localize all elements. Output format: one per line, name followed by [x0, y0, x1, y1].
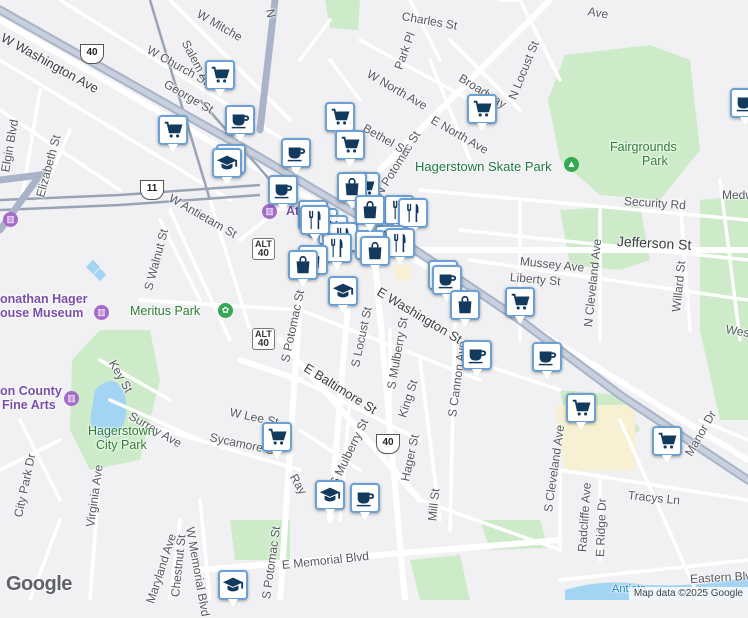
- place-label-fairgrounds-park-line1: Fairgrounds: [610, 140, 677, 154]
- shopping-cart-icon: [209, 64, 231, 86]
- coffee-cup-icon: [466, 344, 488, 366]
- map-marker-grocery[interactable]: [158, 115, 188, 152]
- map-marker-school[interactable]: [212, 148, 242, 185]
- coffee-cup-icon: [229, 109, 251, 131]
- alt-shield-number: 40: [257, 248, 269, 259]
- street-label-jefferson-st: Jefferson St: [616, 233, 692, 253]
- open-lot: [395, 265, 410, 280]
- shopping-cart-icon: [266, 426, 288, 448]
- fork-knife-icon: [402, 202, 424, 224]
- tree-icon[interactable]: ▲: [564, 157, 579, 172]
- map-marker-shopping[interactable]: [288, 250, 318, 287]
- fork-knife-icon: [304, 209, 326, 231]
- shopping-cart-icon: [339, 134, 361, 156]
- street-label-eastern-blvd: Eastern Blvd: [689, 568, 748, 586]
- map-marker-grocery[interactable]: [205, 60, 235, 97]
- shopping-cart-icon: [656, 430, 678, 452]
- coffee-cup-icon: [354, 487, 376, 509]
- map-marker-cafe[interactable]: [462, 340, 492, 377]
- fork-knife-icon: [326, 237, 348, 259]
- alt-route-shield: ALT 40: [252, 328, 275, 350]
- map-attribution[interactable]: Map data ©2025 Google: [628, 587, 748, 600]
- coffee-cup-icon: [285, 142, 307, 164]
- map-marker-grocery[interactable]: [652, 426, 682, 463]
- graduation-cap-icon: [216, 152, 238, 174]
- shopping-cart-icon: [329, 106, 351, 128]
- map-marker-cafe[interactable]: [268, 175, 298, 212]
- us-route-shield: 40: [80, 44, 104, 64]
- map-marker-grocery[interactable]: [262, 422, 292, 459]
- map-marker-grocery[interactable]: [335, 130, 365, 167]
- map-marker-shopping[interactable]: [450, 290, 480, 327]
- map-marker-grocery[interactable]: [467, 94, 497, 131]
- map-marker-restaurant[interactable]: [300, 205, 330, 242]
- map-marker-restaurant[interactable]: [398, 198, 428, 235]
- coffee-cup-icon: [436, 269, 458, 291]
- place-label-hagerstown-city-park-line2: City Park: [96, 438, 147, 452]
- coffee-cup-icon: [536, 346, 558, 368]
- place-label-jonathan-hager-line2: ouse Museum: [0, 306, 84, 320]
- map-marker-school[interactable]: [315, 480, 345, 517]
- place-label-jonathan-hager-line1: onathan Hager: [0, 292, 88, 306]
- fork-knife-icon: [389, 232, 411, 254]
- shopping-cart-icon: [162, 119, 184, 141]
- map-marker-shopping[interactable]: [360, 236, 390, 273]
- place-label-county-arts-line2: Fine Arts: [2, 398, 56, 412]
- shopping-cart-icon: [471, 98, 493, 120]
- place-label-fairgrounds-park-line2: Park: [642, 154, 668, 168]
- place-label-meritus-park: Meritus Park: [130, 304, 201, 318]
- place-label-hagerstown-city-park-line1: Hagerstown: [88, 424, 155, 438]
- shopping-bag-icon: [454, 294, 476, 316]
- map-marker-cafe[interactable]: [350, 483, 380, 520]
- place-label-county-arts-line1: on County: [0, 384, 62, 398]
- map-marker-cafe[interactable]: [532, 342, 562, 379]
- shopping-cart-icon: [570, 397, 592, 419]
- map-marker-grocery[interactable]: [505, 287, 535, 324]
- map-marker-school[interactable]: [328, 276, 358, 313]
- shopping-bag-icon: [292, 254, 314, 276]
- google-logo: Google: [6, 573, 72, 595]
- shopping-cart-icon: [509, 291, 531, 313]
- shopping-bag-icon: [359, 199, 381, 221]
- graduation-cap-icon: [332, 280, 354, 302]
- coffee-cup-icon: [734, 92, 748, 114]
- us-route-shield: 11: [140, 180, 164, 200]
- map-marker-shopping[interactable]: [355, 195, 385, 232]
- museum-icon[interactable]: ▥: [94, 305, 109, 320]
- map-marker-grocery[interactable]: [325, 102, 355, 139]
- street-label-medway: Medw: [722, 188, 748, 202]
- alt-shield-number: 40: [257, 338, 269, 349]
- shopping-bag-icon: [364, 240, 386, 262]
- museum-icon[interactable]: ▥: [262, 204, 277, 219]
- museum-icon[interactable]: ▥: [64, 391, 79, 406]
- map-marker-cafe[interactable]: [225, 105, 255, 142]
- us-route-shield: 40: [376, 434, 400, 454]
- graduation-cap-icon: [319, 484, 341, 506]
- alt-route-shield: ALT 40: [252, 238, 275, 260]
- graduation-cap-icon: [222, 574, 244, 596]
- museum-icon[interactable]: ▥: [3, 212, 18, 227]
- park-icon[interactable]: ✿: [218, 303, 233, 318]
- street-label-e-ridge-dr: E Ridge Dr: [593, 498, 610, 558]
- map-marker-cafe[interactable]: [730, 88, 748, 125]
- map-marker-grocery[interactable]: [566, 393, 596, 430]
- map-marker-school[interactable]: [218, 570, 248, 607]
- coffee-cup-icon: [272, 179, 294, 201]
- place-label-hagerstown-skate-park: Hagerstown Skate Park: [415, 159, 552, 174]
- map-marker-cafe[interactable]: [281, 138, 311, 175]
